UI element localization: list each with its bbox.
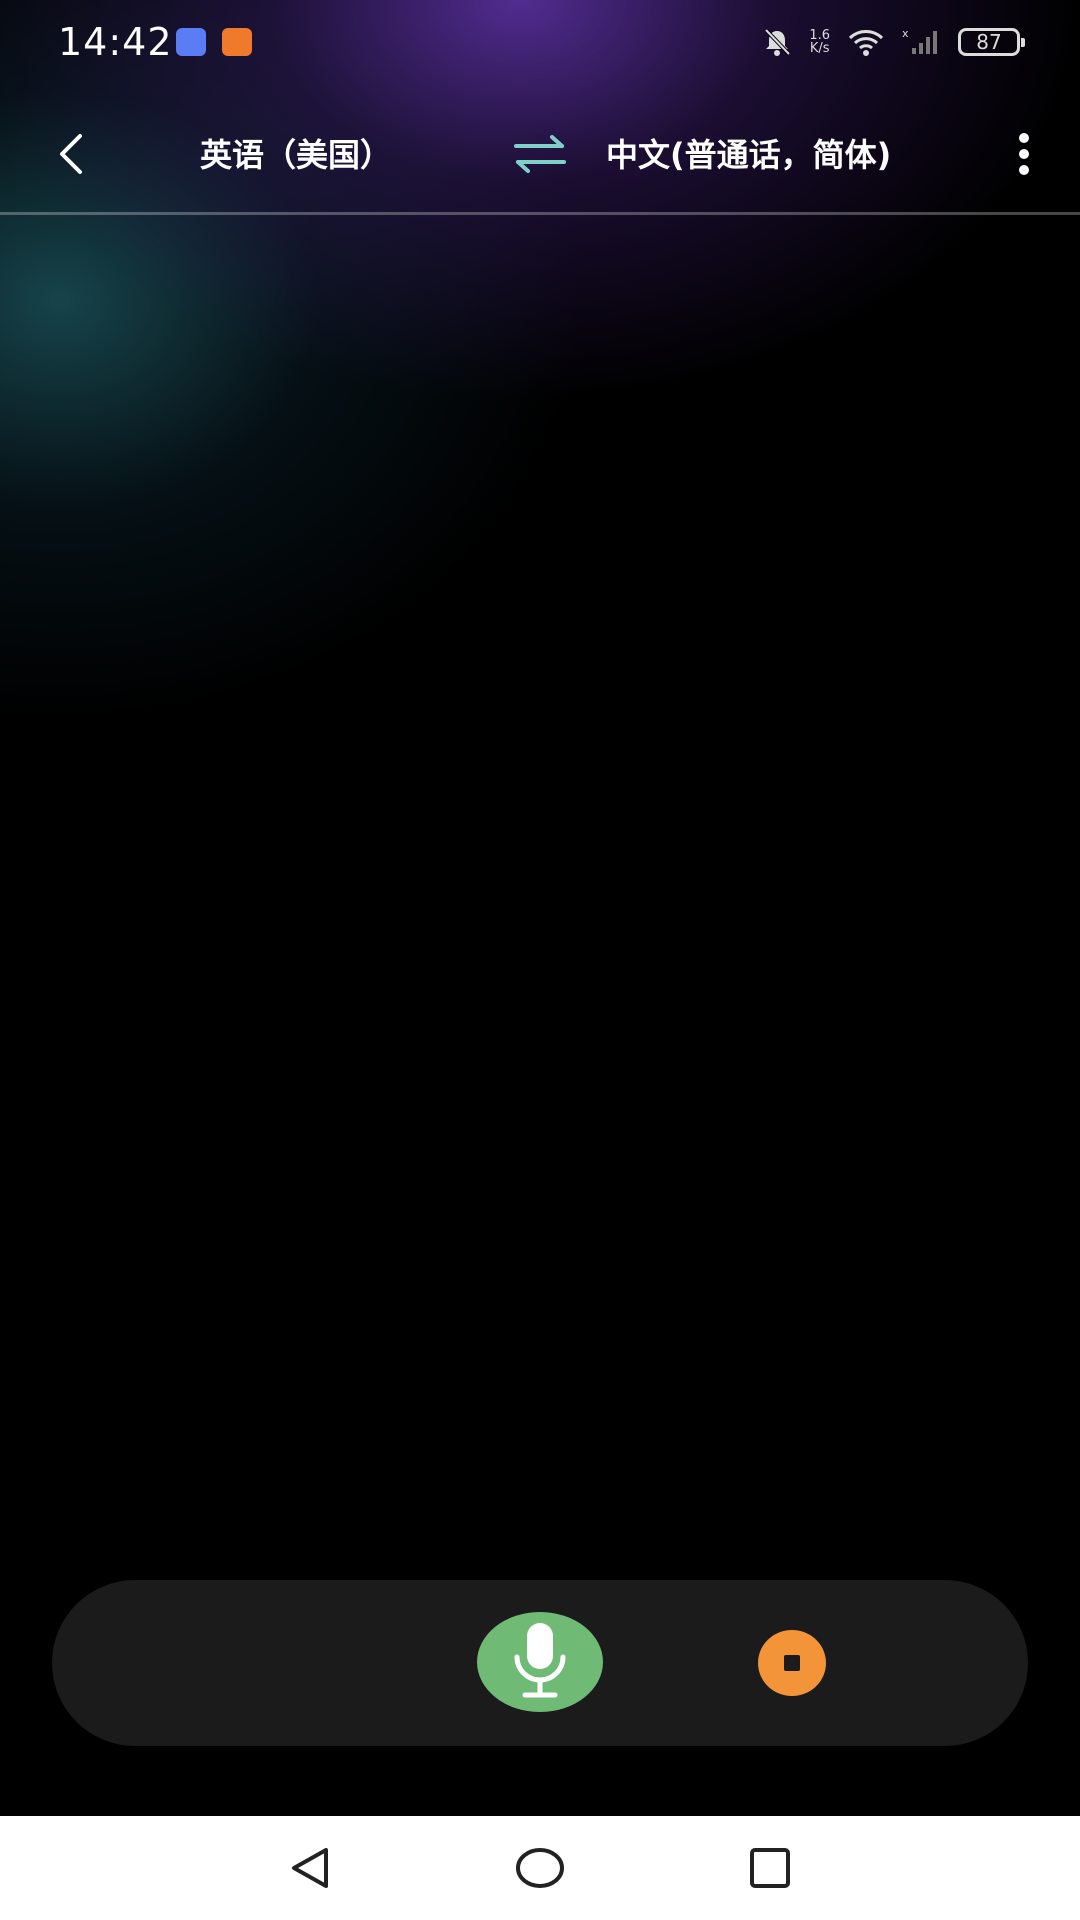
swap-icon: [514, 135, 566, 173]
svg-text:x: x: [902, 27, 909, 40]
status-bar: 14:42 1.6 K/s x 87: [0, 0, 1080, 86]
wifi-icon: [848, 30, 884, 56]
status-time: 14:42: [58, 20, 173, 64]
more-vertical-icon: [1019, 133, 1029, 175]
more-options-button[interactable]: [996, 122, 1052, 186]
target-language-selector[interactable]: 中文(普通话，简体): [606, 130, 891, 176]
swap-languages-button[interactable]: [510, 132, 570, 176]
microphone-icon: [514, 1623, 566, 1698]
system-nav-bar: [0, 1816, 1080, 1920]
top-nav: 英语（美国） 中文(普通话，简体): [0, 96, 1080, 215]
back-icon: [60, 134, 82, 174]
microphone-button[interactable]: [477, 1612, 603, 1712]
translator-screen: 14:42 1.6 K/s x 87 英语（美国） 中文(普通话，简体): [0, 0, 1080, 1920]
stop-icon: [784, 1655, 800, 1671]
voice-control-bar: [52, 1580, 1028, 1746]
system-recent-button[interactable]: [740, 1838, 800, 1898]
nav-home-icon: [516, 1848, 564, 1888]
signal-icon: x: [902, 27, 937, 54]
video-app-icon: [222, 28, 252, 56]
system-back-button[interactable]: [280, 1838, 340, 1898]
nav-recent-icon: [750, 1848, 790, 1888]
system-home-button[interactable]: [510, 1838, 570, 1898]
source-language-selector[interactable]: 英语（美国）: [200, 130, 392, 176]
mute-bell-icon: [764, 28, 791, 56]
back-button[interactable]: [40, 122, 104, 186]
net-speed-unit: K/s: [809, 41, 830, 56]
phone-app-icon: [176, 28, 206, 56]
stop-button[interactable]: [758, 1630, 826, 1696]
net-speed: 1.6 K/s: [809, 29, 830, 55]
battery-icon: 87: [958, 28, 1025, 56]
status-indicators: 1.6 K/s x 87: [761, 22, 1025, 62]
nav-back-icon: [292, 1848, 328, 1888]
